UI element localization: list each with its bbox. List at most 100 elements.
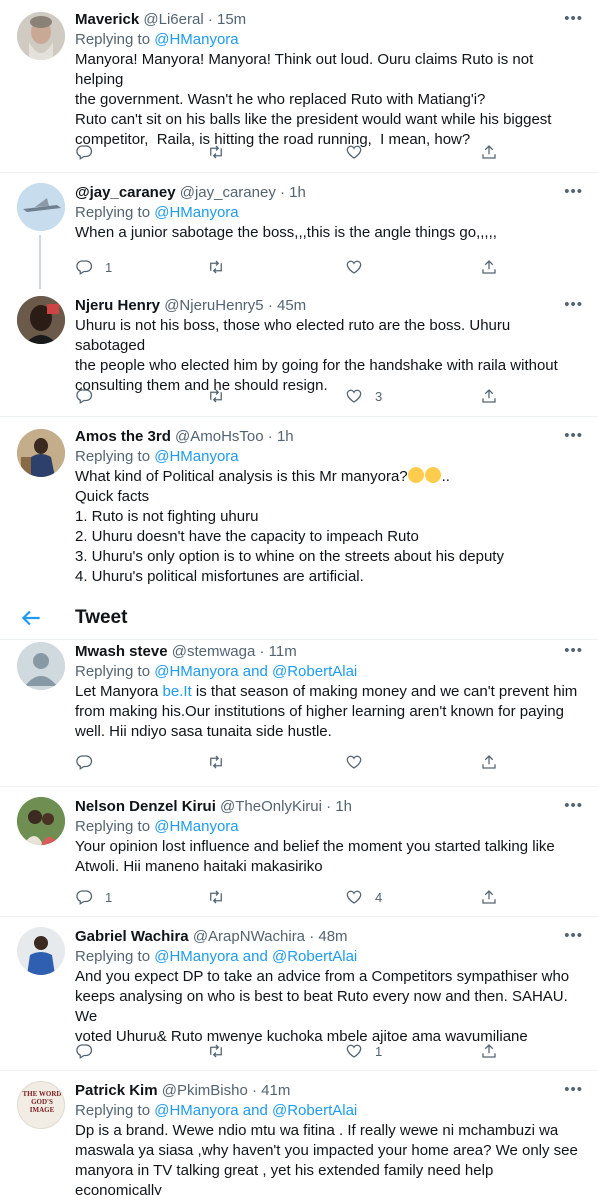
tweet-text: Dp is a brand. Wewe ndio mtu wa fitina .… (75, 1122, 578, 1195)
timestamp[interactable]: 11m (269, 643, 297, 660)
share-button[interactable] (480, 386, 498, 406)
retweet-button[interactable] (207, 1041, 237, 1061)
more-icon[interactable]: ••• (564, 296, 583, 313)
user-handle[interactable]: @ArapNWachira (193, 928, 305, 945)
tweet-card[interactable]: Njeru Henry @NjeruHenry5 · 45m Uhuru is … (0, 286, 598, 416)
avatar[interactable] (17, 12, 65, 60)
tweet-header: Maverick @Li6eral · 15m (75, 11, 247, 28)
user-handle[interactable]: @Li6eral (143, 11, 203, 28)
timestamp[interactable]: 45m (277, 297, 306, 314)
retweet-button[interactable] (207, 386, 237, 406)
mention-link[interactable]: @HManyora (154, 818, 238, 835)
timestamp[interactable]: 1h (335, 798, 352, 815)
retweet-button[interactable] (207, 887, 237, 907)
reply-button[interactable] (75, 1041, 105, 1061)
display-name[interactable]: Nelson Denzel Kirui (75, 798, 216, 815)
display-name[interactable]: Njeru Henry (75, 297, 160, 314)
tweet-header: Gabriel Wachira @ArapNWachira · 48m (75, 928, 348, 945)
reply-button[interactable]: 1 (75, 887, 112, 907)
mention-link[interactable]: @HManyora (154, 31, 238, 48)
tweet-card[interactable]: THE WORD GOD'S IMAGE Patrick Kim @PkimBi… (0, 1070, 598, 1195)
mention-link[interactable]: @HManyora (154, 448, 238, 465)
avatar[interactable] (17, 927, 65, 975)
more-icon[interactable]: ••• (564, 1081, 583, 1098)
more-icon[interactable]: ••• (564, 797, 583, 814)
timestamp[interactable]: 1h (277, 428, 294, 445)
tweet-card[interactable]: Nelson Denzel Kirui @TheOnlyKirui · 1h R… (0, 786, 598, 916)
more-icon[interactable]: ••• (564, 10, 583, 27)
thread-line (39, 235, 41, 289)
share-button[interactable] (480, 142, 498, 162)
avatar[interactable] (17, 642, 65, 690)
display-name[interactable]: Gabriel Wachira (75, 928, 189, 945)
more-icon[interactable]: ••• (564, 183, 583, 200)
timestamp[interactable]: 15m (217, 11, 246, 28)
reply-button[interactable] (75, 142, 105, 162)
user-handle[interactable]: @PkimBisho (162, 1082, 248, 1099)
like-button[interactable] (345, 752, 375, 772)
replying-prefix: Replying to (75, 1102, 155, 1119)
text-link[interactable]: be.It (163, 683, 192, 700)
display-name[interactable]: Patrick Kim (75, 1082, 158, 1099)
reply-button[interactable]: 1 (75, 257, 112, 277)
tweet-card[interactable]: @jay_caraney @jay_caraney · 1h Replying … (0, 172, 598, 289)
retweet-button[interactable] (207, 142, 237, 162)
like-button[interactable] (345, 257, 375, 277)
more-icon[interactable]: ••• (564, 642, 583, 659)
like-button[interactable]: 1 (345, 1041, 382, 1061)
like-button[interactable] (345, 142, 375, 162)
display-name[interactable]: Amos the 3rd (75, 428, 171, 445)
avatar[interactable] (17, 797, 65, 845)
share-button[interactable] (480, 257, 498, 277)
tweet-card[interactable]: Maverick @Li6eral · 15m Replying to @HMa… (0, 0, 598, 172)
timestamp[interactable]: 48m (318, 928, 347, 945)
display-name[interactable]: Maverick (75, 11, 139, 28)
like-count: 4 (375, 889, 383, 905)
top-nav-bar: Tweet (0, 596, 598, 640)
more-icon[interactable]: ••• (564, 927, 583, 944)
user-handle[interactable]: @TheOnlyKirui (220, 798, 322, 815)
like-count: 3 (375, 388, 383, 404)
timestamp[interactable]: 41m (261, 1082, 290, 1099)
tweet-text: Let Manyora be.It is that season of maki… (75, 682, 584, 742)
user-handle[interactable]: @AmoHsToo (175, 428, 264, 445)
avatar[interactable] (17, 296, 65, 344)
retweet-button[interactable] (207, 257, 237, 277)
avatar[interactable] (17, 183, 65, 231)
back-button[interactable] (18, 605, 44, 631)
mention-link[interactable]: @HManyora and @RobertAlai (154, 663, 357, 680)
share-icon (482, 890, 496, 904)
display-name[interactable]: @jay_caraney (75, 184, 176, 201)
replying-to: Replying to @HManyora (75, 447, 584, 467)
avatar[interactable]: THE WORD GOD'S IMAGE (17, 1081, 65, 1129)
timestamp[interactable]: 1h (289, 184, 306, 201)
retweet-button[interactable] (207, 752, 237, 772)
share-button[interactable] (480, 752, 498, 772)
share-button[interactable] (480, 1041, 498, 1061)
display-name[interactable]: Mwash steve (75, 643, 168, 660)
share-icon (482, 145, 496, 159)
retweet-icon (210, 389, 222, 403)
heart-icon (346, 389, 362, 403)
mention-link[interactable]: @HManyora and @RobertAlai (154, 948, 357, 965)
more-icon[interactable]: ••• (564, 427, 583, 444)
like-button[interactable]: 4 (345, 887, 382, 907)
avatar-image (17, 296, 65, 344)
user-handle[interactable]: @jay_caraney (180, 184, 276, 201)
avatar[interactable] (17, 429, 65, 477)
replying-to: Replying to @HManyora (75, 203, 584, 223)
mention-link[interactable]: @HManyora (154, 204, 238, 221)
tweet-text: Manyora! Manyora! Manyora! Think out lou… (75, 51, 552, 148)
tweet-card[interactable]: Amos the 3rd @AmoHsToo · 1h Replying to … (0, 416, 598, 596)
user-handle[interactable]: @NjeruHenry5 (164, 297, 263, 314)
reply-button[interactable] (75, 752, 105, 772)
like-button[interactable]: 3 (345, 386, 382, 406)
mention-link[interactable]: @HManyora and @RobertAlai (154, 1102, 357, 1119)
replying-prefix: Replying to (75, 204, 155, 221)
user-handle[interactable]: @stemwaga (172, 643, 256, 660)
tweet-card[interactable]: Gabriel Wachira @ArapNWachira · 48m Repl… (0, 916, 598, 1070)
reply-button[interactable] (75, 386, 105, 406)
tweet-card[interactable]: Mwash steve @stemwaga · 11m Replying to … (0, 640, 598, 786)
share-button[interactable] (480, 887, 498, 907)
replying-prefix: Replying to (75, 948, 155, 965)
